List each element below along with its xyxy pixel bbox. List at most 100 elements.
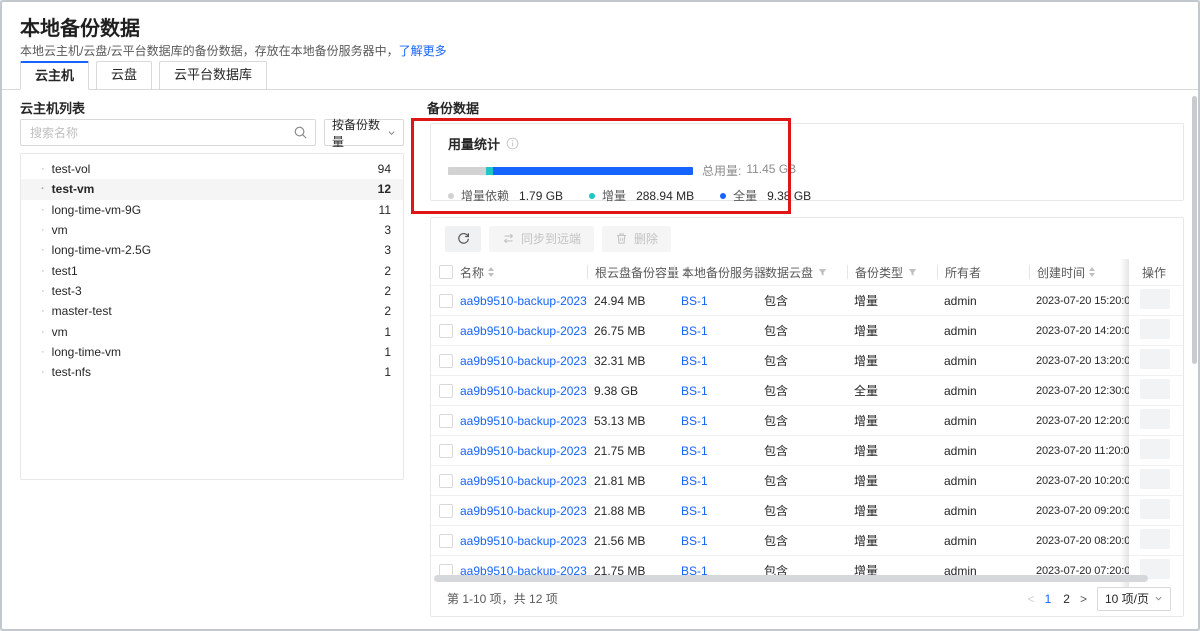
filter-icon[interactable] [908, 268, 917, 277]
chevron-down-icon [387, 128, 396, 138]
data-disk-value: 包含 [757, 382, 847, 399]
vm-list-item[interactable]: · vm 3 [21, 220, 403, 240]
sort-dropdown[interactable]: 按备份数量 [324, 119, 404, 146]
created-time-value: 2023-07-20 12:20:00 [1029, 415, 1129, 427]
learn-more-link[interactable]: 了解更多 [399, 44, 447, 58]
backup-name-link[interactable]: aa9b9510-backup-2023-07-... [460, 474, 587, 488]
tab-cloud-host[interactable]: 云主机 [20, 61, 89, 90]
backup-name-link[interactable]: aa9b9510-backup-2023-07-... [460, 414, 587, 428]
backup-count: 3 [384, 223, 391, 237]
row-actions-button[interactable] [1140, 379, 1170, 399]
row-checkbox[interactable] [439, 534, 453, 548]
vm-list-item[interactable]: · vm 1 [21, 321, 403, 341]
sort-icon[interactable] [1089, 267, 1095, 277]
delete-button[interactable]: 删除 [602, 226, 671, 252]
vm-list-item[interactable]: · test-3 2 [21, 281, 403, 301]
root-disk-size: 21.56 MB [587, 534, 674, 548]
vm-name: vm [52, 325, 68, 339]
owner-value: admin [937, 474, 1029, 488]
pagination-summary: 第 1-10 项，共 12 项 [447, 590, 558, 607]
backup-count: 3 [384, 243, 391, 257]
vm-list-item[interactable]: · long-time-vm-2.5G 3 [21, 240, 403, 260]
backup-server-link[interactable]: BS-1 [674, 414, 757, 428]
vm-list-item[interactable]: · test1 2 [21, 260, 403, 280]
vm-name: test-nfs [52, 365, 91, 379]
column-created-time[interactable]: 创建时间 [1029, 265, 1129, 279]
search-input[interactable] [20, 119, 316, 146]
backup-count: 1 [384, 365, 391, 379]
column-name[interactable]: 名称 [460, 265, 587, 279]
vm-list-item[interactable]: · master-test 2 [21, 301, 403, 321]
item-bullet: · [41, 183, 45, 195]
backup-server-link[interactable]: BS-1 [674, 504, 757, 518]
page-number[interactable]: 2 [1063, 592, 1070, 606]
vm-list-item[interactable]: · test-nfs 1 [21, 362, 403, 382]
row-actions-button[interactable] [1140, 409, 1170, 429]
sort-icon[interactable] [488, 267, 494, 277]
backup-name-link[interactable]: aa9b9510-backup-2023-07-... [460, 444, 587, 458]
root-disk-size: 9.38 GB [587, 384, 674, 398]
backup-name-link[interactable]: aa9b9510-backup-2023-07-... [460, 354, 587, 368]
backup-server-link[interactable]: BS-1 [674, 294, 757, 308]
backup-name-link[interactable]: aa9b9510-backup-2023-07-... [460, 324, 587, 338]
row-actions-button[interactable] [1140, 349, 1170, 369]
created-time-value: 2023-07-20 11:20:00 [1029, 445, 1129, 457]
backup-server-link[interactable]: BS-1 [674, 534, 757, 548]
column-owner: 所有者 [937, 265, 1029, 279]
legend-dot [720, 193, 726, 199]
backup-server-link[interactable]: BS-1 [674, 384, 757, 398]
vm-list-item[interactable]: · test-vm 12 [21, 179, 403, 199]
row-checkbox[interactable] [439, 324, 453, 338]
filter-icon[interactable] [818, 268, 827, 277]
row-actions-button[interactable] [1140, 529, 1170, 549]
item-bullet: · [41, 366, 45, 378]
backup-server-link[interactable]: BS-1 [674, 444, 757, 458]
page-number[interactable]: 1 [1045, 592, 1052, 606]
tab-cloud-database[interactable]: 云平台数据库 [159, 61, 267, 90]
row-checkbox[interactable] [439, 504, 453, 518]
backup-server-link[interactable]: BS-1 [674, 354, 757, 368]
backup-count: 2 [384, 264, 391, 278]
backup-name-link[interactable]: aa9b9510-backup-2023-07-... [460, 504, 587, 518]
table-header: 名称 根云盘备份容量 本地备份服务器 数据云盘 备份类型 [431, 259, 1183, 285]
page-size-select[interactable]: 10 项/页 [1097, 587, 1171, 611]
backup-name-link[interactable]: aa9b9510-backup-2023-07-... [460, 294, 587, 308]
select-all-checkbox[interactable] [439, 265, 453, 279]
row-checkbox[interactable] [439, 294, 453, 308]
info-icon[interactable] [506, 137, 519, 150]
row-actions-button[interactable] [1140, 289, 1170, 309]
search-icon[interactable] [293, 125, 308, 140]
sync-to-remote-button[interactable]: 同步到远端 [489, 226, 594, 252]
vm-list-item[interactable]: · test-vol 94 [21, 159, 403, 179]
next-page-button[interactable]: > [1080, 592, 1087, 606]
row-actions-button[interactable] [1140, 439, 1170, 459]
backup-server-link[interactable]: BS-1 [674, 324, 757, 338]
column-backup-type[interactable]: 备份类型 [847, 265, 937, 279]
item-bullet: · [41, 224, 45, 236]
row-checkbox[interactable] [439, 474, 453, 488]
row-checkbox[interactable] [439, 354, 453, 368]
backup-name-link[interactable]: aa9b9510-backup-2023-07-... [460, 384, 587, 398]
refresh-button[interactable] [445, 226, 481, 252]
usage-bar-segment [493, 167, 693, 175]
backup-type-value: 全量 [847, 382, 937, 399]
data-disk-value: 包含 [757, 292, 847, 309]
row-actions-button[interactable] [1140, 469, 1170, 489]
row-checkbox[interactable] [439, 444, 453, 458]
column-data-disk[interactable]: 数据云盘 [757, 265, 847, 279]
prev-page-button[interactable]: < [1028, 592, 1035, 606]
tab-cloud-disk[interactable]: 云盘 [96, 61, 152, 90]
vm-name: vm [52, 223, 68, 237]
backup-server-link[interactable]: BS-1 [674, 474, 757, 488]
backup-name-link[interactable]: aa9b9510-backup-2023-07-... [460, 534, 587, 548]
row-actions-button[interactable] [1140, 499, 1170, 519]
row-checkbox[interactable] [439, 414, 453, 428]
vm-list-item[interactable]: · long-time-vm-9G 11 [21, 200, 403, 220]
vertical-scrollbar[interactable] [1192, 96, 1197, 364]
vm-list-item[interactable]: · long-time-vm 1 [21, 342, 403, 362]
row-checkbox[interactable] [439, 384, 453, 398]
root-disk-size: 21.81 MB [587, 474, 674, 488]
vm-name: test-vol [52, 162, 91, 176]
row-actions-button[interactable] [1140, 319, 1170, 339]
column-root-disk-size[interactable]: 根云盘备份容量 [587, 265, 674, 279]
